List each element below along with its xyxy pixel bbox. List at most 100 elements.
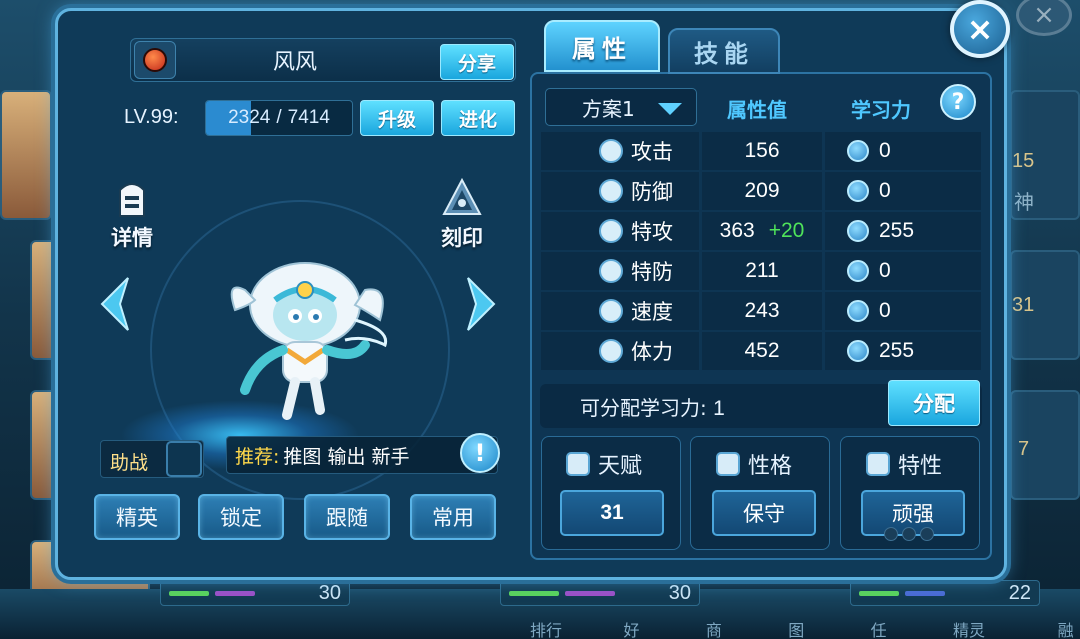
next-pet-arrow-icon[interactable] [462,274,502,334]
nature-value-button[interactable]: 保守 [712,490,816,536]
stat-value: 156 [744,139,780,162]
stat-value: 363 [719,219,755,242]
stat-name: 防御 [631,180,673,204]
xp-current: 2324 [228,107,271,128]
help-icon[interactable]: ? [940,84,976,120]
recommend-info-icon[interactable]: ! [460,433,500,473]
learning-value: 0 [879,179,891,202]
bg-bottom-nav: 排行榜 好友 商店 图鉴 任务 精灵强化 融合 [530,621,1074,639]
support-label: 助战 [110,452,149,474]
special-attack-icon [599,219,623,243]
trait-rating [884,527,934,541]
chevron-down-icon [658,103,682,115]
details-icon [119,183,145,217]
learning-star-icon [847,300,869,322]
stat-row-special-defense: 特防 211 0 [541,252,981,292]
talent-icon [566,452,590,476]
stat-name: 体力 [631,340,673,364]
details-label: 详情 [111,226,153,250]
support-toggle[interactable] [166,441,202,477]
evolve-button[interactable]: 进化 [441,100,515,136]
pet-sprite [230,262,388,420]
stat-name: 特攻 [631,220,673,244]
learning-value: 0 [879,259,891,282]
share-button[interactable]: 分享 [440,44,514,80]
follow-button[interactable]: 跟随 [304,494,390,540]
allocatable-points: 可分配学习力: 1 [580,392,725,421]
stat-row-hp: 体力 452 255 [541,332,981,372]
special-defense-icon [599,259,623,283]
learning-star-icon [847,260,869,282]
stat-bonus: +20 [768,219,805,242]
trait-label: 特性 [898,454,943,479]
tab-attributes[interactable]: 属性 [544,20,660,72]
imprint-label: 刻印 [441,226,483,250]
bg-stat-bar: 22 [850,580,1040,606]
talent-title: 天赋 [566,448,642,480]
xp-separator: / [276,107,282,128]
imprint-button[interactable]: 刻印 [440,176,484,252]
talent-value-button[interactable]: 31 [560,490,664,536]
column-learning-header: 学习力 [851,98,911,122]
pet-type-icon[interactable] [134,41,176,79]
stat-value: 211 [745,259,779,282]
bg-stat-bar: 30 [160,580,350,606]
learning-value: 255 [879,339,915,362]
allocatable-label: 可分配学习力: [580,396,707,420]
xp-bar: 2324 / 7414 [205,100,353,136]
tab-skills[interactable]: 技能 [668,28,780,74]
previous-pet-arrow-icon[interactable] [94,274,134,334]
column-value-header: 属性值 [727,98,787,122]
lock-button[interactable]: 锁定 [198,494,284,540]
stat-row-speed: 速度 243 0 [541,292,981,332]
stats-table: 方案1 属性值 学习力 ? 攻击 156 0 防御 209 0 特攻 363 +2… [541,84,981,374]
stat-name: 攻击 [631,140,673,164]
stat-name: 特防 [631,260,673,284]
stat-value: 243 [744,299,780,322]
xp-max: 7414 [287,107,330,128]
details-button[interactable]: 详情 [110,176,154,252]
learning-star-icon [847,340,869,362]
bg-pet-card [0,90,52,220]
plan-label: 方案1 [582,96,635,121]
pet-name: 风风 [272,50,317,75]
learning-star-icon [847,180,869,202]
plan-dropdown[interactable]: 方案1 [545,88,697,126]
recommend-bar: 推荐: 推图 输出 新手 [226,436,498,474]
learning-star-icon [847,140,869,162]
nature-label: 性格 [748,454,793,479]
bg-side-number: 31 [1012,294,1035,316]
stat-value: 209 [744,179,780,202]
nature-title: 性格 [716,448,792,480]
learning-value: 0 [879,299,891,322]
rating-star-icon [920,527,934,541]
bg-stat-bar: 30 [500,580,700,606]
bg-side-number: 15 [1012,150,1035,172]
elite-button[interactable]: 精英 [94,494,180,540]
allocate-button[interactable]: 分配 [888,380,980,426]
learning-value: 255 [879,219,915,242]
rating-star-icon [902,527,916,541]
rating-star-icon [884,527,898,541]
attack-icon [599,139,623,163]
learning-star-icon [847,220,869,242]
level-label: LV.99: [124,106,179,128]
speed-icon [599,299,623,323]
talent-label: 天赋 [598,454,643,479]
imprint-icon [442,177,482,215]
upgrade-button[interactable]: 升级 [360,100,434,136]
stat-name: 速度 [631,300,673,324]
close-icon[interactable]: × [950,0,1010,58]
nature-icon [716,452,740,476]
bg-side-text: 神 [1014,192,1034,214]
stat-row-special-attack: 特攻 363 +20 255 [541,212,981,252]
stat-row-attack: 攻击 156 0 [541,132,981,172]
stat-row-defense: 防御 209 0 [541,172,981,212]
bg-side-number: 7 [1018,438,1030,460]
allocatable-value: 1 [713,397,725,420]
recommend-values: 推图 输出 新手 [283,445,410,468]
recommend-tag: 推荐: [235,445,280,468]
common-button[interactable]: 常用 [410,494,496,540]
defense-icon [599,179,623,203]
stat-value: 452 [744,339,780,362]
